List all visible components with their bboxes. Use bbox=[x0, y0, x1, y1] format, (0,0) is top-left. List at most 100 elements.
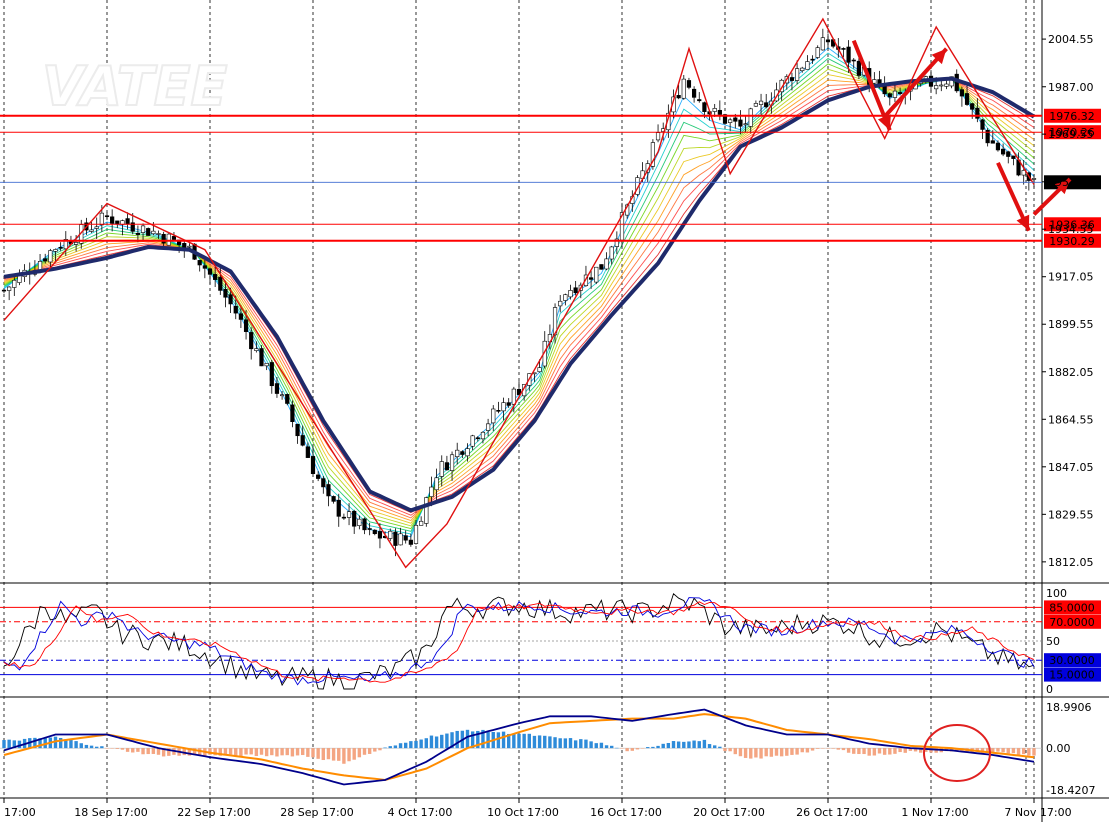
macd-histogram-bar bbox=[872, 748, 877, 756]
candle-body bbox=[187, 245, 192, 248]
macd-histogram-bar bbox=[105, 748, 109, 749]
candle-body bbox=[794, 68, 800, 81]
macd-histogram-bar bbox=[877, 748, 882, 754]
candle-body bbox=[764, 102, 769, 108]
candle-body bbox=[964, 93, 970, 105]
macd-histogram-bar bbox=[707, 744, 712, 749]
candle-body bbox=[856, 60, 861, 76]
macd-histogram-bar bbox=[301, 748, 305, 756]
macd-histogram-bar bbox=[69, 739, 73, 749]
macd-histogram-bar bbox=[141, 748, 145, 755]
candle-body bbox=[243, 319, 249, 332]
y-tick-label: 2004.55 bbox=[1048, 33, 1094, 46]
candle-body bbox=[218, 276, 223, 291]
stoch-level-label: 70.0000 bbox=[1049, 616, 1095, 629]
macd-histogram-bar bbox=[852, 748, 856, 754]
trading-chart[interactable]: 1976.321970.261936.361930.291951.82 85.0… bbox=[0, 0, 1109, 822]
macd-histogram-bar bbox=[738, 748, 743, 757]
candle-body bbox=[676, 95, 681, 99]
candle-body bbox=[480, 431, 486, 440]
candle-body bbox=[94, 226, 99, 229]
candle-body bbox=[316, 474, 321, 479]
candle-body bbox=[990, 140, 995, 144]
macd-histogram-bar bbox=[795, 748, 799, 755]
macd-histogram-bar bbox=[95, 746, 99, 749]
candle-body bbox=[429, 486, 434, 497]
macd-histogram-bar bbox=[903, 748, 907, 753]
macd-histogram-bar bbox=[774, 748, 779, 756]
candle-body bbox=[372, 529, 377, 535]
macd-histogram-bar bbox=[434, 736, 439, 749]
candle-body bbox=[573, 287, 578, 294]
candle-body bbox=[841, 48, 846, 50]
candle-body bbox=[743, 123, 748, 126]
macd-histogram-bar bbox=[285, 748, 289, 756]
macd-histogram-bar bbox=[1011, 748, 1016, 754]
macd-histogram-bar bbox=[1022, 748, 1026, 755]
candle-body bbox=[939, 84, 944, 87]
candle-body bbox=[104, 215, 110, 218]
macd-histogram-bar bbox=[1006, 748, 1010, 754]
candle-body bbox=[475, 437, 480, 440]
macd-histogram-bar bbox=[337, 748, 341, 761]
macd-histogram-bar bbox=[316, 748, 320, 759]
candle-body bbox=[712, 108, 717, 112]
price-level-label: 1930.29 bbox=[1049, 235, 1095, 248]
macd-histogram-bar bbox=[810, 748, 815, 751]
candle-body bbox=[455, 449, 460, 458]
macd-histogram-bar bbox=[671, 741, 676, 749]
macd-histogram-bar bbox=[723, 748, 727, 752]
macd-histogram-bar bbox=[357, 748, 362, 758]
candle-body bbox=[934, 85, 939, 90]
macd-histogram-bar bbox=[646, 747, 650, 749]
macd-histogram-bar bbox=[841, 748, 846, 751]
candle-body bbox=[135, 232, 141, 235]
macd-histogram-bar bbox=[146, 748, 150, 755]
y-tick-label: 1969.55 bbox=[1048, 128, 1094, 141]
macd-histogram-bar bbox=[424, 738, 428, 749]
candle-body bbox=[980, 119, 985, 130]
macd-tick-label: -18.4207 bbox=[1046, 784, 1095, 797]
macd-histogram-bar bbox=[697, 741, 701, 749]
macd-histogram-bar bbox=[996, 748, 1000, 752]
candle-body bbox=[511, 388, 516, 405]
macd-histogram-bar bbox=[409, 741, 413, 749]
x-tick-label: 7 Nov 17:00 bbox=[1004, 806, 1071, 819]
candle-body bbox=[310, 456, 316, 474]
macd-histogram-bar bbox=[306, 748, 310, 757]
candle-body bbox=[975, 107, 980, 119]
candle-body bbox=[285, 394, 290, 404]
macd-histogram-bar bbox=[100, 746, 104, 749]
macd-histogram-bar bbox=[79, 743, 83, 749]
macd-histogram-bar bbox=[656, 745, 660, 749]
macd-histogram-bar bbox=[496, 732, 501, 749]
candle-body bbox=[465, 448, 470, 457]
macd-histogram-bar bbox=[579, 739, 583, 749]
candle-body bbox=[419, 520, 424, 526]
candle-body bbox=[352, 510, 357, 527]
macd-histogram-bar bbox=[846, 748, 851, 753]
candle-body bbox=[506, 402, 511, 406]
macd-histogram-bar bbox=[151, 748, 156, 754]
macd-histogram-bar bbox=[630, 748, 634, 751]
candle-body bbox=[377, 531, 383, 539]
macd-histogram-bar bbox=[687, 741, 691, 749]
macd-histogram-bar bbox=[89, 745, 94, 749]
candle-body bbox=[820, 37, 825, 51]
macd-histogram-bar bbox=[764, 748, 768, 757]
macd-histogram-bar bbox=[275, 748, 279, 757]
y-tick-label: 1812.05 bbox=[1048, 556, 1094, 569]
candle-body bbox=[408, 539, 413, 545]
candle-body bbox=[491, 408, 496, 424]
stoch-tick-label: 100 bbox=[1046, 587, 1067, 600]
candle-body bbox=[485, 423, 491, 431]
macd-histogram-bar bbox=[362, 748, 367, 755]
macd-histogram-bar bbox=[388, 746, 392, 749]
macd-histogram-bar bbox=[110, 748, 114, 749]
candle-body bbox=[305, 446, 310, 458]
macd-histogram-bar bbox=[537, 735, 542, 749]
macd-histogram-bar bbox=[718, 746, 722, 749]
x-tick-label: 4 Oct 17:00 bbox=[388, 806, 453, 819]
macd-histogram-bar bbox=[131, 748, 135, 753]
macd-histogram-bar bbox=[393, 745, 398, 749]
